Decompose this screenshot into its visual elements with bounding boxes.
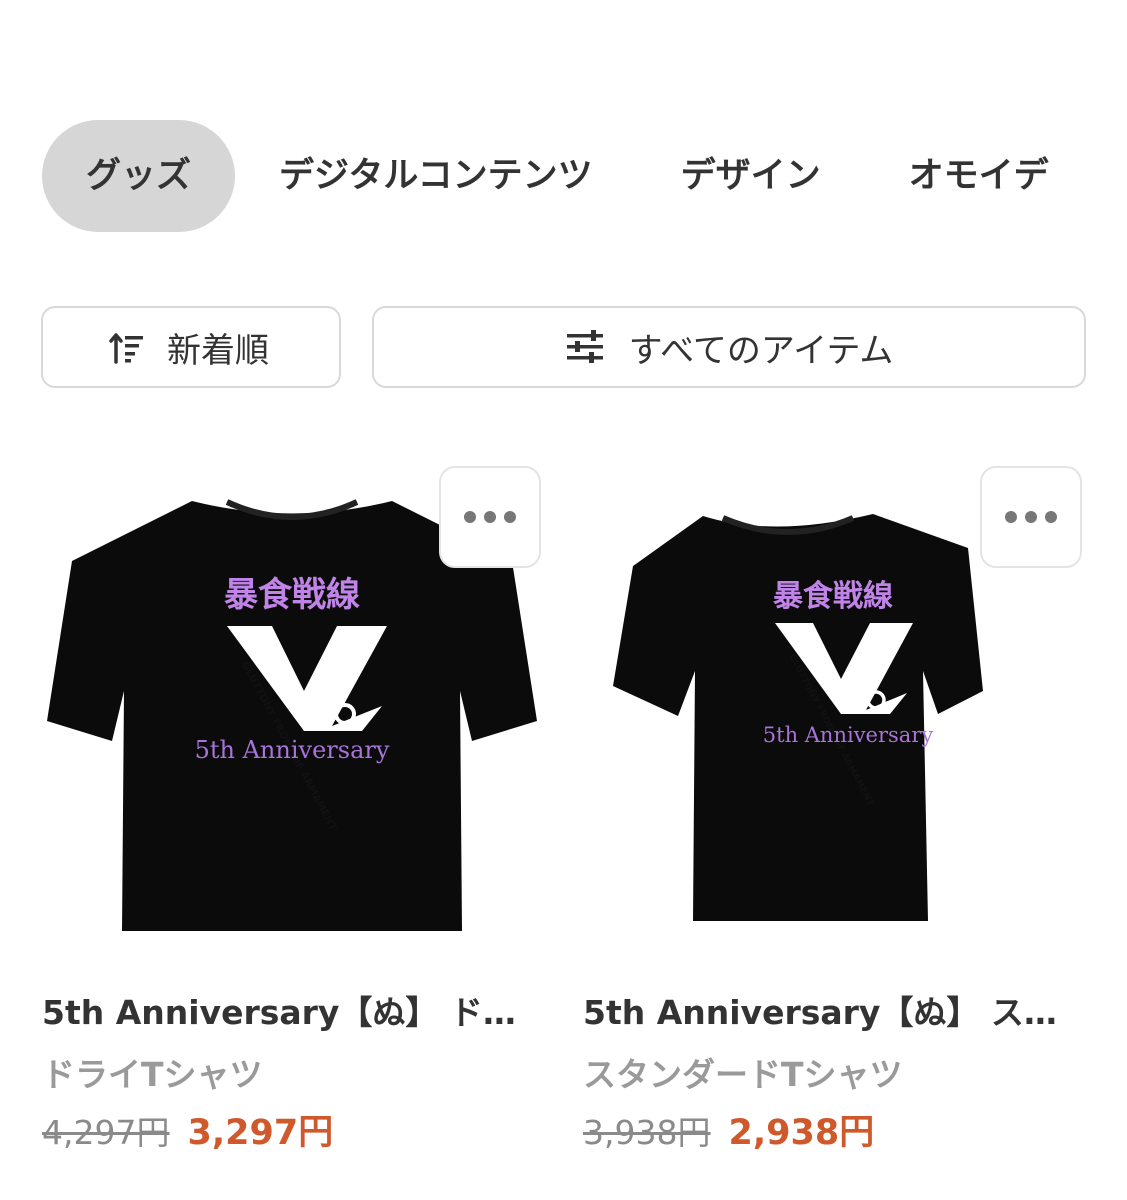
- sort-label: 新着順: [167, 330, 269, 371]
- more-options-button[interactable]: [439, 466, 541, 568]
- tab-design[interactable]: デザイン: [681, 120, 821, 232]
- product-type: ドライTシャツ: [42, 1055, 263, 1094]
- price-row: 3,938円 2,938円: [583, 1104, 874, 1155]
- print-anniversary: 5th Anniversary: [195, 736, 390, 764]
- more-options-button[interactable]: [980, 466, 1082, 568]
- more-icon: [1005, 511, 1017, 523]
- sliders-icon: [566, 330, 603, 363]
- sale-price: 3,297円: [187, 1113, 334, 1153]
- original-price: 3,938円: [583, 1113, 711, 1152]
- product-card[interactable]: 暴食戦線 GLUTTONY FRONT OF ARMAMENT 5th Anni…: [583, 466, 1083, 1186]
- price-row: 4,297円 3,297円: [42, 1104, 333, 1155]
- product-type: スタンダードTシャツ: [583, 1055, 903, 1094]
- product-card[interactable]: 暴食戦線 GLUTTONY FRONT OF ARMAMENT 5th Anni…: [42, 466, 542, 1186]
- sort-dropdown[interactable]: 新着順: [41, 306, 341, 388]
- category-tabs: グッズ デジタルコンテンツ デザイン オモイデ ズ: [42, 120, 1127, 232]
- print-anniversary: 5th Anniversary: [763, 723, 934, 747]
- tab-omoide[interactable]: オモイデ: [909, 120, 1049, 232]
- more-icon: [464, 511, 476, 523]
- product-title[interactable]: 5th Anniversary【ぬ】 ドライTシャツ: [42, 986, 522, 1034]
- item-filter-dropdown[interactable]: すべてのアイテム: [372, 306, 1086, 388]
- print-kanji: 暴食戦線: [224, 575, 360, 615]
- page: グッズ デジタルコンテンツ デザイン オモイデ ズ 新着順 すべてのアイテム: [0, 0, 1127, 1200]
- sale-price: 2,938円: [728, 1113, 875, 1153]
- item-filter-label: すべてのアイテム: [628, 330, 894, 371]
- product-title[interactable]: 5th Anniversary【ぬ】 スタンダードTシャツ: [583, 986, 1063, 1034]
- tab-digital-content[interactable]: デジタルコンテンツ: [279, 120, 593, 232]
- print-kanji: 暴食戦線: [773, 579, 893, 614]
- sort-descending-icon: [109, 333, 143, 364]
- original-price: 4,297円: [42, 1113, 170, 1152]
- tab-goods[interactable]: グッズ: [42, 120, 236, 232]
